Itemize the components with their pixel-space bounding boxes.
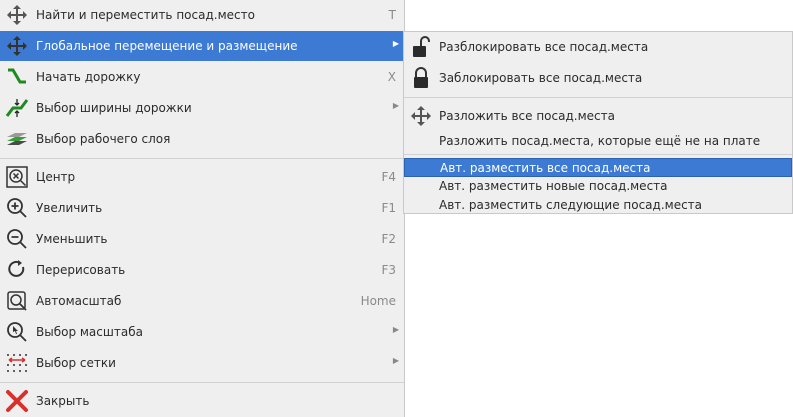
menu-item-select-layer[interactable]: Выбор рабочего слоя [0,124,404,154]
close-icon [5,389,29,413]
menu-item-zoom-select[interactable]: Выбор масштаба ▶ [0,317,404,347]
move-icon [5,3,29,27]
menu-item-label: Уменьшить [36,232,108,246]
submenu-item-label: Авт. разместить новые посад.места [439,179,668,193]
menu-item-shortcut: F3 [381,263,396,277]
menu-separator [0,158,404,159]
menu-separator [404,97,792,98]
redraw-icon [5,258,29,282]
zoom-out-icon [5,227,29,251]
submenu-item-label: Разложить все посад.места [439,109,615,123]
submenu-item-lock-all[interactable]: Заблокировать все посад.места [404,63,792,93]
zoom-fit-icon [5,289,29,313]
menu-item-track-width[interactable]: Выбор ширины дорожки ▶ [0,93,404,123]
menu-item-label: Увеличить [36,201,103,215]
submenu-item-label: Заблокировать все посад.места [439,71,643,85]
submenu-arrow-icon: ▶ [392,325,399,334]
unlock-icon [409,35,433,59]
menu-item-zoom-in[interactable]: Увеличить F1 [0,193,404,223]
menu-separator [0,382,404,383]
submenu-item-spread-all[interactable]: Разложить все посад.места [404,101,792,131]
menu-item-shortcut: F1 [381,201,396,215]
menu-item-label: Начать дорожку [36,70,141,84]
menu-item-select-grid[interactable]: Выбор сетки ▶ [0,348,404,378]
menu-item-label: Автомасштаб [36,294,122,308]
menu-item-zoom-fit[interactable]: Автомасштаб Home [0,286,404,316]
global-move-submenu: Разблокировать все посад.места Заблокиро… [403,31,793,214]
submenu-item-unlock-all[interactable]: Разблокировать все посад.места [404,32,792,62]
menu-item-label: Глобальное перемещение и размещение [36,39,298,53]
submenu-item-label: Разложить посад.места, которые ещё не на… [439,134,761,148]
lock-icon [409,66,433,90]
menu-item-label: Перерисовать [36,263,126,277]
submenu-item-spread-offboard[interactable]: Разложить посад.места, которые ещё не на… [404,130,792,152]
submenu-item-autoplace-next[interactable]: Авт. разместить следующие посад.места [404,196,792,215]
menu-separator [404,154,792,155]
menu-item-shortcut: Home [360,294,396,308]
submenu-item-label: Разблокировать все посад.места [439,40,649,54]
menu-item-label: Выбор рабочего слоя [36,132,171,146]
track-width-icon [5,96,29,120]
move-icon [5,34,29,58]
menu-item-label: Найти и переместить посад.место [36,8,255,22]
move-icon [409,104,433,128]
menu-item-zoom-out[interactable]: Уменьшить F2 [0,224,404,254]
menu-item-find-move-footprint[interactable]: Найти и переместить посад.место T [0,0,404,30]
zoom-in-icon [5,196,29,220]
menu-item-label: Выбор масштаба [36,325,143,339]
menu-item-label: Выбор ширины дорожки [36,101,192,115]
submenu-item-autoplace-all[interactable]: Авт. разместить все посад.места [404,158,792,177]
submenu-item-label: Авт. разместить следующие посад.места [439,198,703,212]
menu-item-shortcut: T [388,8,396,22]
menu-item-global-move-place[interactable]: Глобальное перемещение и размещение ▶ [0,31,404,61]
submenu-arrow-icon: ▶ [392,39,399,48]
menu-item-zoom-center[interactable]: Центр F4 [0,162,404,192]
menu-item-shortcut: F2 [381,232,396,246]
menu-item-start-track[interactable]: Начать дорожку X [0,62,404,92]
menu-item-shortcut: F4 [381,170,396,184]
menu-item-label: Закрыть [36,394,90,408]
track-icon [5,65,29,89]
submenu-item-label: Авт. разместить все посад.места [440,161,651,175]
menu-item-redraw[interactable]: Перерисовать F3 [0,255,404,285]
submenu-arrow-icon: ▶ [392,101,399,110]
menu-item-close[interactable]: Закрыть [0,386,404,416]
submenu-arrow-icon: ▶ [392,356,399,365]
submenu-item-autoplace-new[interactable]: Авт. разместить новые посад.места [404,177,792,196]
layers-icon [5,127,29,151]
zoom-center-icon [5,165,29,189]
grid-icon [5,351,29,375]
menu-item-label: Выбор сетки [36,356,116,370]
main-context-menu: Найти и переместить посад.место T Глобал… [0,0,405,417]
menu-item-label: Центр [36,170,76,184]
zoom-select-icon [5,320,29,344]
menu-item-shortcut: X [387,70,396,84]
